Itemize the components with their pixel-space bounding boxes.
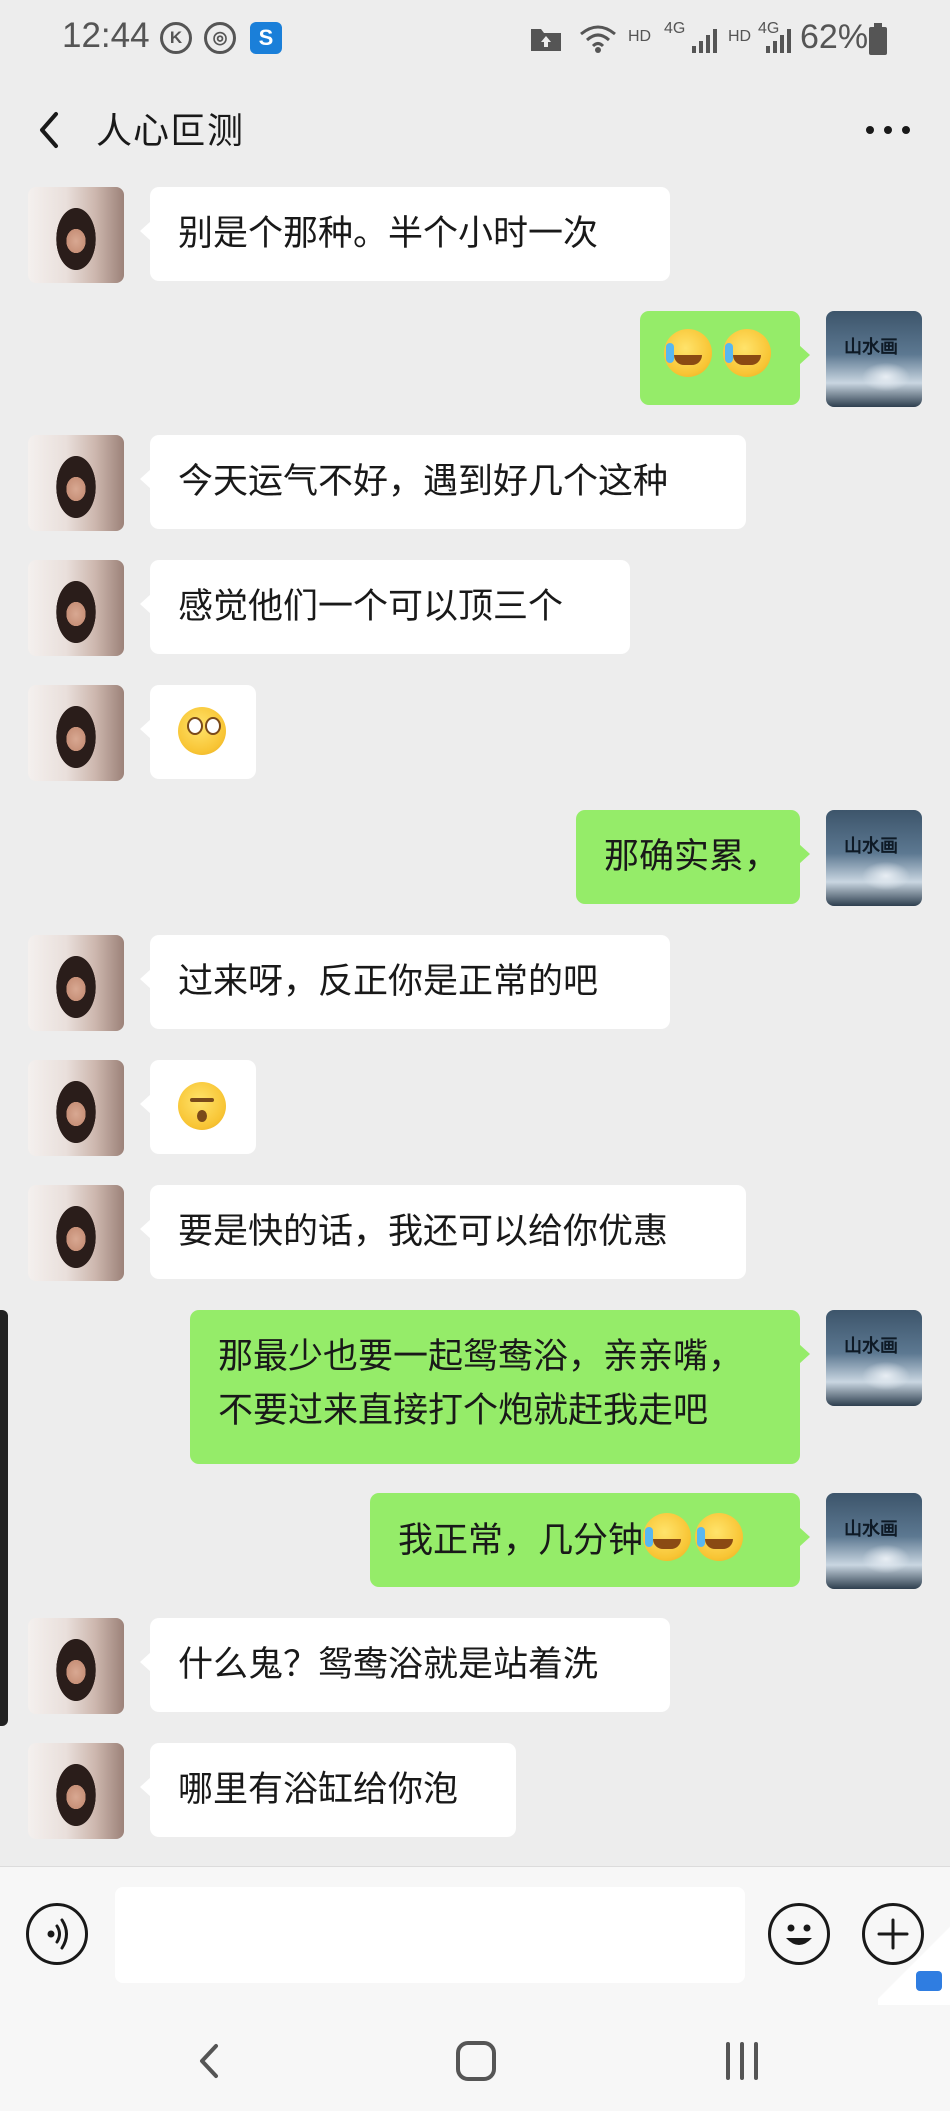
message-text: 今天运气不好，遇到好几个这种 <box>178 462 669 502</box>
sync-circle-icon: ◎ <box>204 22 236 54</box>
edge-panel-handle[interactable] <box>0 1310 8 1726</box>
message-text: 过来呀，反正你是正常的吧 <box>178 962 599 1002</box>
voice-icon[interactable] <box>26 1903 88 1965</box>
4g-label: 4G <box>664 20 686 37</box>
k-circle-icon: K <box>160 22 192 54</box>
message-text: 什么鬼？鸳鸯浴就是站着洗 <box>178 1645 599 1685</box>
chevron-left-icon[interactable] <box>28 100 78 160</box>
nav-back-icon[interactable] <box>180 2036 240 2086</box>
message-text: 别是个那种。半个小时一次 <box>178 214 599 254</box>
contact-avatar[interactable] <box>28 187 124 283</box>
crying-laughing-emoji <box>695 1513 744 1561</box>
nav-home-icon[interactable] <box>446 2036 506 2086</box>
incoming-message[interactable]: 要是快的话，我还可以给你优惠 <box>140 1185 746 1279</box>
contact-avatar[interactable] <box>28 1185 124 1281</box>
kiss-face-emoji <box>178 1082 226 1130</box>
emoji-smile-icon[interactable] <box>768 1903 830 1965</box>
s-app-icon: S <box>250 22 282 54</box>
my-avatar[interactable]: 山水画 <box>826 311 922 407</box>
contact-avatar[interactable] <box>28 435 124 531</box>
message-text: 感觉他们一个可以顶三个 <box>178 587 564 627</box>
outgoing-message[interactable] <box>640 311 810 405</box>
contact-avatar[interactable] <box>28 1618 124 1714</box>
incoming-message[interactable] <box>140 1060 256 1154</box>
incoming-message[interactable]: 感觉他们一个可以顶三个 <box>140 560 630 654</box>
incoming-message[interactable]: 什么鬼？鸳鸯浴就是站着洗 <box>140 1618 670 1712</box>
my-avatar[interactable]: 山水画 <box>826 1493 922 1589</box>
battery-icon <box>869 23 887 55</box>
outgoing-message[interactable]: 那确实累， <box>576 810 810 904</box>
status-time: 12:44 <box>62 16 150 55</box>
message-text: 要是快的话，我还可以给你优惠 <box>178 1212 669 1252</box>
crying-laughing-emoji <box>723 329 772 377</box>
crying-laughing-emoji <box>643 1513 692 1561</box>
message-text-line-1: 那最少也要一起鸳鸯浴，亲亲嘴， <box>218 1337 744 1377</box>
4g-signal-icon <box>692 29 717 53</box>
battery-percent: 62% <box>800 18 869 56</box>
nav-recents-icon[interactable] <box>712 2036 772 2086</box>
my-avatar[interactable]: 山水画 <box>826 810 922 906</box>
contact-avatar[interactable] <box>28 1743 124 1839</box>
message-input[interactable] <box>115 1887 745 1983</box>
contact-avatar[interactable] <box>28 685 124 781</box>
incoming-message[interactable]: 别是个那种。半个小时一次 <box>140 187 670 281</box>
hd-label: HD <box>628 28 652 45</box>
message-text: 那确实累， <box>604 837 780 877</box>
status-bar: 12:44 K ◎ S HD 4G HD 4G 62% <box>0 0 950 78</box>
contact-avatar[interactable] <box>28 560 124 656</box>
floating-shortcut-tab[interactable] <box>878 1925 950 2005</box>
message-text-line-2: 不要过来直接打个炮就赶我走吧 <box>218 1391 709 1431</box>
incoming-message[interactable]: 今天运气不好，遇到好几个这种 <box>140 435 746 529</box>
contact-avatar[interactable] <box>28 935 124 1031</box>
folder-pin-icon <box>916 1971 942 1991</box>
4g-signal-icon-2 <box>766 29 791 53</box>
avatar-calligraphy: 山水画 <box>844 337 898 358</box>
chat-title: 人心叵测 <box>96 111 245 152</box>
incoming-message[interactable]: 哪里有浴缸给你泡 <box>140 1743 516 1837</box>
my-avatar[interactable]: 山水画 <box>826 1310 922 1406</box>
outgoing-message[interactable]: 我正常，几分钟 <box>370 1493 810 1587</box>
hd-label-2: HD <box>728 28 752 45</box>
system-nav-bar <box>0 2006 950 2111</box>
message-list[interactable]: 别是个那种。半个小时一次 山水画 今天运气不好，遇到好几个这种 感觉他们一个可以… <box>0 182 950 1866</box>
chat-header: 人心叵测 <box>0 78 950 182</box>
avatar-calligraphy: 山水画 <box>844 1519 898 1540</box>
incoming-message[interactable]: 过来呀，反正你是正常的吧 <box>140 935 670 1029</box>
folder-upload-icon <box>531 29 561 51</box>
incoming-message[interactable] <box>140 685 256 779</box>
wifi-icon <box>580 25 616 53</box>
message-text: 我正常，几分钟 <box>398 1521 644 1561</box>
avatar-calligraphy: 山水画 <box>844 1336 898 1357</box>
outgoing-message[interactable]: 那最少也要一起鸳鸯浴，亲亲嘴， 不要过来直接打个炮就赶我走吧 <box>190 1310 810 1464</box>
more-dots-icon[interactable] <box>864 116 912 144</box>
message-text: 哪里有浴缸给你泡 <box>178 1770 459 1810</box>
rolling-eyes-emoji <box>178 707 226 755</box>
avatar-calligraphy: 山水画 <box>844 836 898 857</box>
crying-laughing-emoji <box>664 329 712 377</box>
input-bar <box>0 1866 950 2007</box>
contact-avatar[interactable] <box>28 1060 124 1156</box>
